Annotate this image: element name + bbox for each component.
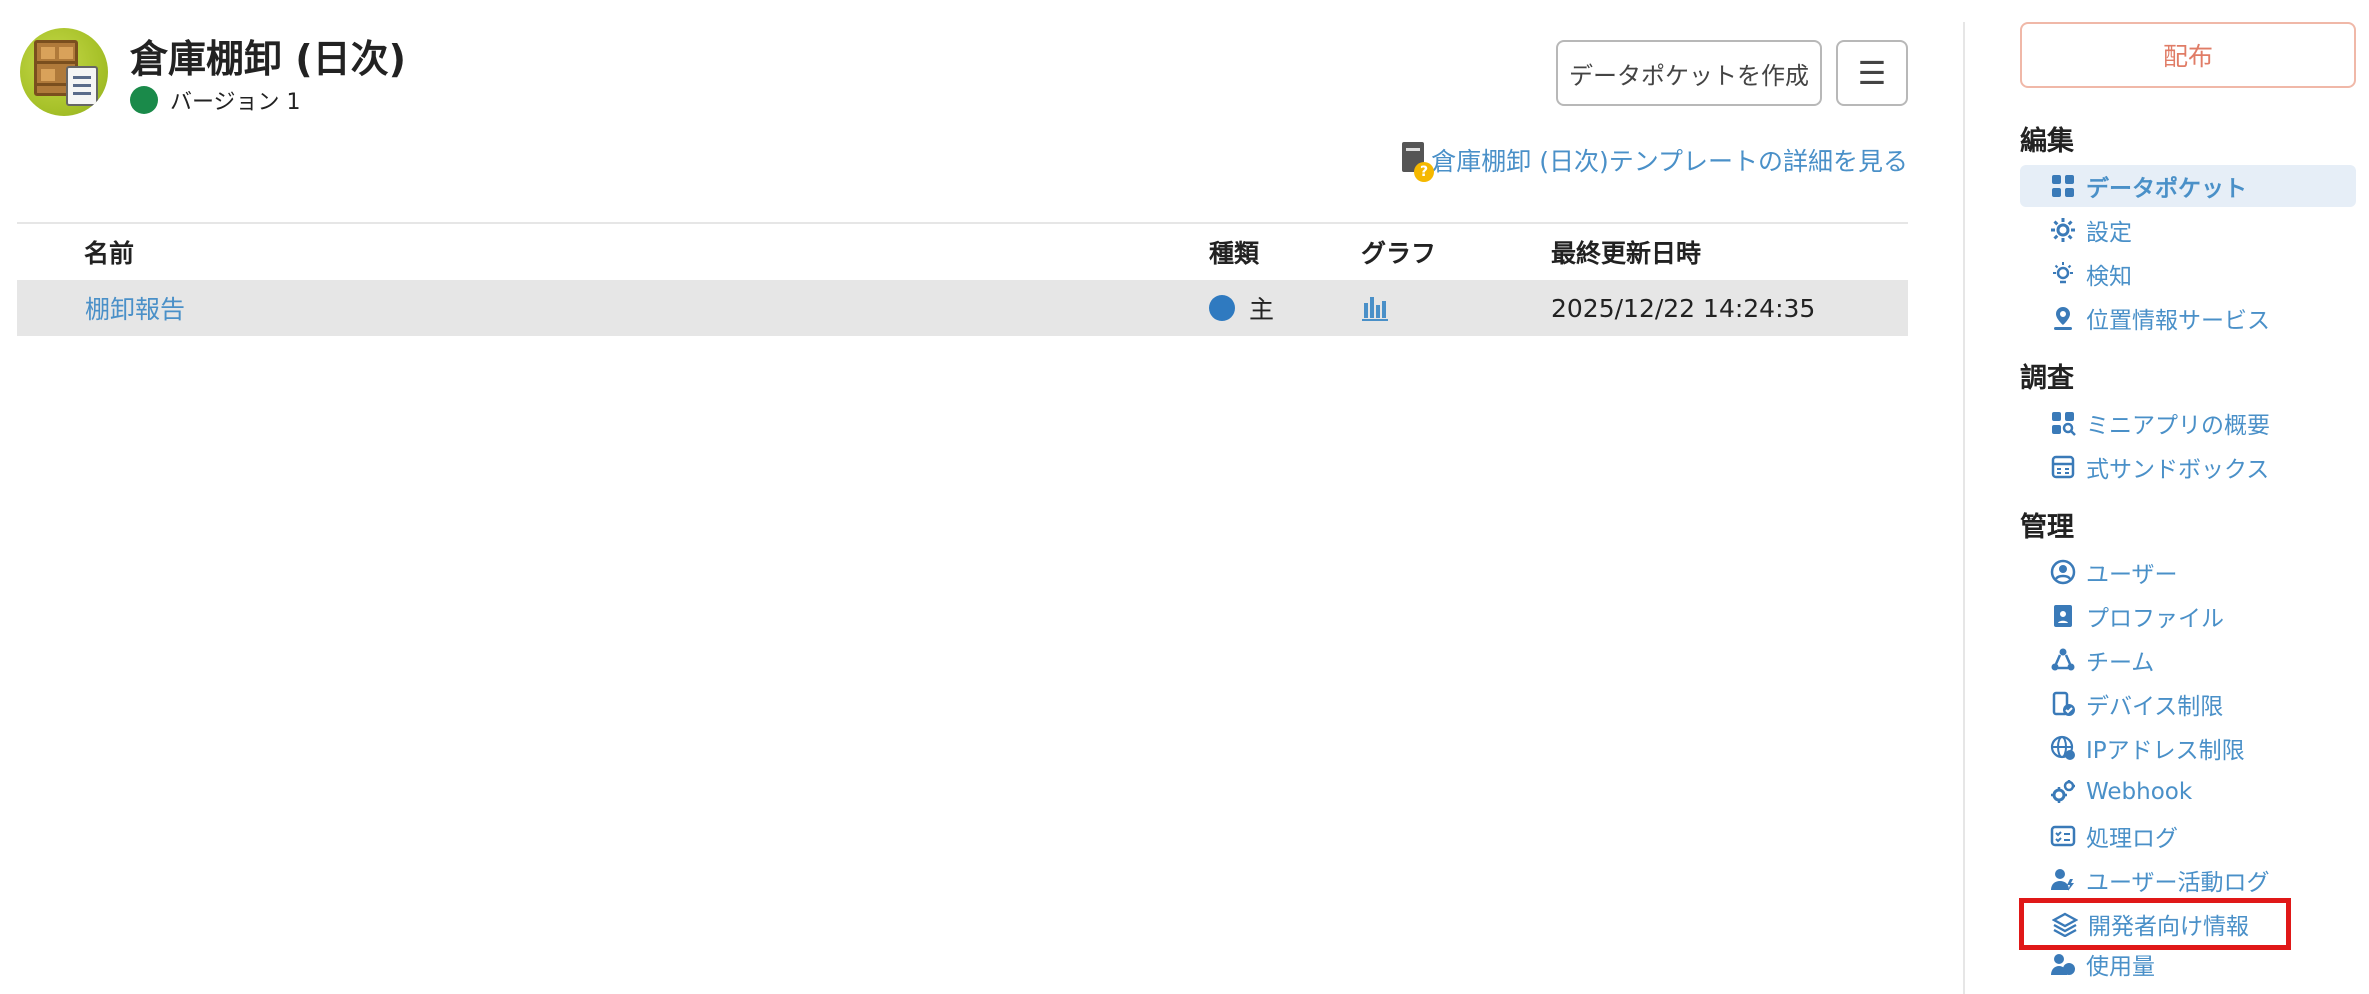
bar-chart-icon[interactable] (1361, 280, 1389, 336)
gears-icon (2050, 779, 2076, 805)
sidebar-item-location[interactable]: 位置情報サービス (2020, 297, 2356, 339)
table-top-divider (17, 222, 1908, 224)
user-activity-icon (2050, 867, 2076, 893)
gear-icon (2050, 217, 2076, 243)
calculator-icon (2050, 454, 2076, 480)
sidebar-item-label: ユーザー (2086, 562, 2178, 588)
menu-button[interactable]: ☰ (1836, 40, 1908, 106)
column-header-name: 名前 (84, 239, 135, 268)
sidebar-item-miniapp-overview[interactable]: ミニアプリの概要 (2020, 402, 2356, 444)
page-title: 倉庫棚卸 (日次) (130, 37, 406, 81)
sidebar-item-detection[interactable]: 検知 (2020, 253, 2356, 295)
user-gauge-icon (2050, 951, 2076, 977)
sidebar-item-label: プロファイル (2086, 606, 2224, 632)
sidebar-item-team[interactable]: チーム (2020, 639, 2356, 681)
team-icon (2050, 647, 2076, 673)
sidebar-item-users[interactable]: ユーザー (2020, 551, 2356, 593)
sidebar-item-label: チーム (2086, 650, 2155, 676)
version-indicator: バージョン 1 (130, 84, 301, 116)
create-datapocket-button[interactable]: データポケットを作成 (1556, 40, 1822, 106)
sidebar-item-label: データポケット (2086, 176, 2247, 202)
column-header-type: 種類 (1209, 239, 1260, 268)
globe-icon (2050, 735, 2076, 761)
version-label: バージョン 1 (170, 90, 301, 115)
status-dot-icon (130, 86, 158, 114)
distribute-button[interactable]: 配布 (2020, 22, 2356, 88)
row-updated-at: 2025/12/22 14:24:35 (1551, 293, 1816, 323)
section-title-investigate: 調査 (2020, 363, 2074, 394)
sidebar-item-process-log[interactable]: 処理ログ (2020, 815, 2356, 857)
layers-icon (2052, 911, 2078, 937)
sidebar-item-label: 使用量 (2086, 954, 2155, 980)
row-type-label: 主 (1249, 295, 1275, 324)
sidebar-item-label: 位置情報サービス (2086, 308, 2270, 334)
sidebar-item-datapocket[interactable]: データポケット (2020, 165, 2356, 207)
column-header-graph: グラフ (1361, 239, 1437, 268)
sidebar-item-label: IPアドレス制限 (2086, 738, 2245, 764)
sidebar-item-webhook[interactable]: Webhook (2020, 771, 2356, 813)
sidebar-item-ip-limit[interactable]: IPアドレス制限 (2020, 727, 2356, 769)
sidebar-item-label: 処理ログ (2086, 826, 2178, 852)
checklist-icon (2050, 823, 2076, 849)
sidebar-item-developer-info[interactable]: 開発者向け情報 (2019, 898, 2291, 950)
template-details-label: 倉庫棚卸 (日次)テンプレートの詳細を見る (1431, 147, 1908, 176)
sidebar-item-formula-sandbox[interactable]: 式サンドボックス (2020, 446, 2356, 488)
user-circle-icon (2050, 559, 2076, 585)
sidebar-divider (1963, 22, 1965, 994)
section-title-edit: 編集 (2020, 126, 2074, 157)
sidebar-item-label: Webhook (2086, 779, 2193, 805)
row-name-link[interactable]: 棚卸報告 (85, 280, 185, 336)
lightbulb-icon (2050, 261, 2076, 287)
sidebar: 配布 編集 データポケット 設定 検知 位置情報サービス 調査 ミニアプリの概要… (2019, 0, 2360, 994)
sidebar-item-usage[interactable]: 使用量 (2020, 943, 2356, 985)
primary-type-dot-icon (1209, 295, 1235, 321)
sidebar-item-label: 式サンドボックス (2086, 457, 2270, 483)
sidebar-item-user-activity-log[interactable]: ユーザー活動ログ (2020, 859, 2356, 901)
sidebar-item-settings[interactable]: 設定 (2020, 209, 2356, 251)
sidebar-item-label: ミニアプリの概要 (2086, 413, 2270, 439)
device-check-icon (2050, 691, 2076, 717)
template-details-link[interactable]: ? 倉庫棚卸 (日次)テンプレートの詳細を見る (1400, 138, 1908, 182)
grid-icon (2050, 173, 2076, 199)
sidebar-item-label: デバイス制限 (2086, 694, 2224, 720)
sidebar-item-profile[interactable]: プロファイル (2020, 595, 2356, 637)
grid-search-icon (2050, 410, 2076, 436)
sidebar-item-label: 検知 (2086, 264, 2132, 290)
main-content: 倉庫棚卸 (日次) バージョン 1 データポケットを作成 ☰ ? 倉庫棚卸 (日… (0, 0, 1930, 994)
sidebar-item-device-limit[interactable]: デバイス制限 (2020, 683, 2356, 725)
id-badge-icon (2050, 603, 2076, 629)
table-row[interactable]: 棚卸報告 主 2025/12/22 14:24:35 (17, 280, 1908, 336)
app-icon (20, 28, 108, 116)
sidebar-item-label: ユーザー活動ログ (2086, 870, 2270, 896)
section-title-manage: 管理 (2020, 512, 2074, 543)
row-type: 主 (1209, 280, 1274, 336)
sidebar-item-label: 設定 (2086, 220, 2132, 246)
location-pin-icon (2050, 305, 2076, 331)
template-book-icon: ? (1400, 140, 1434, 182)
column-header-updated: 最終更新日時 (1551, 239, 1702, 268)
sidebar-item-label: 開発者向け情報 (2088, 914, 2249, 940)
